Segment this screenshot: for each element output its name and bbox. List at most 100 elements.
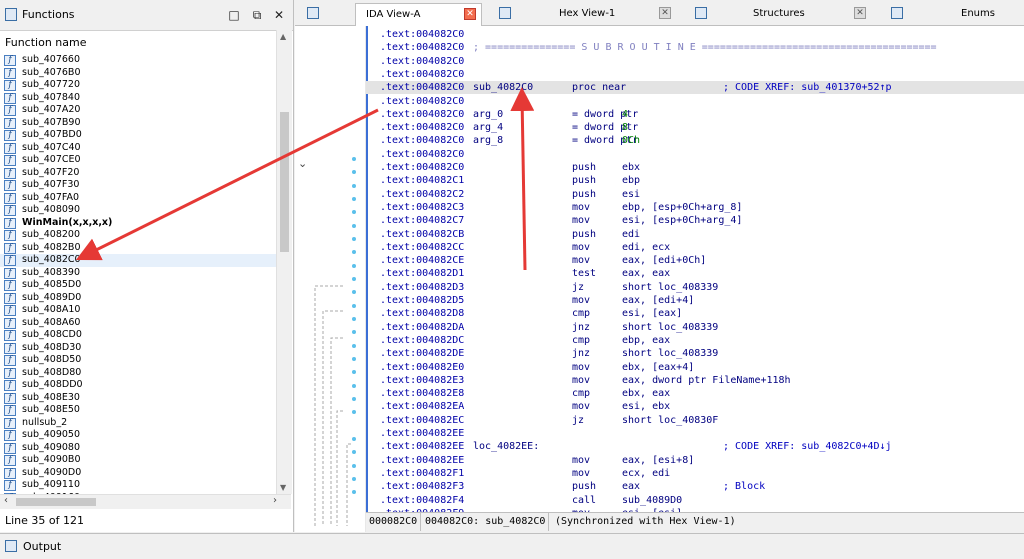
code-line[interactable]: .text:004082EE loc_4082EE: ; CODE XREF: su…	[366, 440, 1024, 453]
code-line[interactable]: .text:004082DA jnz short loc_408339	[366, 321, 1024, 334]
code-line[interactable]: .text:004082CB push edi	[366, 228, 1024, 241]
code-line[interactable]: .text:004082EE	[366, 427, 1024, 440]
function-list-item[interactable]: f sub_407A20	[0, 104, 276, 117]
code-line[interactable]: .text:004082C0 arg_0 = dword ptr 4	[366, 108, 1024, 121]
ida-disassembly-view[interactable]: .text:004082C0 .text:004082C0; ==========…	[366, 26, 1024, 512]
minimize-icon[interactable]: □	[225, 6, 243, 24]
function-list-item[interactable]: f sub_408E50	[0, 404, 276, 417]
output-window-bar[interactable]: Output	[0, 533, 1024, 559]
code-mnemonic: proc near	[572, 82, 627, 94]
scroll-down-icon[interactable]: ▼	[280, 483, 286, 492]
code-line[interactable]: .text:004082D3 jz short loc_408339	[366, 281, 1024, 294]
function-list-item[interactable]: f nullsub_2	[0, 417, 276, 430]
function-list-item[interactable]: f sub_4085D0	[0, 279, 276, 292]
function-list-item[interactable]: f sub_4090B0	[0, 454, 276, 467]
code-line[interactable]: .text:004082F4 call sub_4089D0	[366, 494, 1024, 507]
graph-view-icon[interactable]	[307, 7, 319, 19]
function-list-item[interactable]: f sub_408E30	[0, 392, 276, 405]
function-list-item[interactable]: f sub_408DD0	[0, 379, 276, 392]
code-line[interactable]: .text:004082C0	[366, 55, 1024, 68]
code-line[interactable]: .text:004082D5 mov eax, [edi+4]	[366, 294, 1024, 307]
function-list-item[interactable]: f sub_408CD0	[0, 329, 276, 342]
function-list-item[interactable]: f sub_408D30	[0, 342, 276, 355]
code-line[interactable]: .text:004082C3 mov ebp, [esp+0Ch+arg_8]	[366, 201, 1024, 214]
code-line[interactable]: .text:004082C0	[366, 28, 1024, 41]
scroll-left-icon[interactable]: ‹	[4, 495, 8, 506]
code-line[interactable]: .text:004082E3 mov eax, dword ptr FileName…	[366, 374, 1024, 387]
function-list-item[interactable]: f sub_408200	[0, 229, 276, 242]
function-list-item[interactable]: f sub_407B90	[0, 117, 276, 130]
code-line[interactable]: .text:004082D8 cmp esi, [eax]	[366, 307, 1024, 320]
function-list[interactable]: f sub_407660 f sub_4076B0 f sub_407720 f sub_40…	[0, 54, 276, 494]
function-list-item[interactable]: f sub_4082C0	[0, 254, 276, 267]
code-line[interactable]: .text:004082C0 ; =============== S U B R …	[366, 41, 1024, 54]
code-line[interactable]: .text:004082D1 test eax, eax	[366, 267, 1024, 280]
restore-icon[interactable]: ⧉	[248, 6, 266, 24]
code-line[interactable]: .text:004082EE mov eax, [esi+8]	[366, 454, 1024, 467]
code-line[interactable]: .text:004082F3 push eax ; Block	[366, 480, 1024, 493]
scrollbar-thumb[interactable]	[280, 112, 289, 252]
scroll-right-icon[interactable]: ›	[273, 495, 277, 506]
function-list-item[interactable]: f sub_407F30	[0, 179, 276, 192]
code-operand: edi	[622, 228, 641, 240]
scrollbar-thumb[interactable]	[16, 498, 96, 506]
function-name-column-header[interactable]: Function name	[0, 34, 285, 52]
code-line[interactable]: .text:004082F1 mov ecx, edi	[366, 467, 1024, 480]
function-list-item[interactable]: f sub_407FA0	[0, 192, 276, 205]
file-offset: 000082C0	[366, 513, 422, 531]
function-list-item[interactable]: f WinMain(x,x,x,x)	[0, 217, 276, 230]
function-list-item[interactable]: f sub_409080	[0, 442, 276, 455]
function-list-item[interactable]: f sub_408D80	[0, 367, 276, 380]
code-line[interactable]: .text:004082DC cmp ebp, eax	[366, 334, 1024, 347]
scroll-up-icon[interactable]: ▲	[280, 32, 286, 41]
code-line[interactable]: .text:004082C0 sub_4082C0 proc near ; CODE …	[366, 81, 1024, 95]
function-list-item[interactable]: f sub_408A10	[0, 304, 276, 317]
code-line[interactable]: .text:004082EC jz short loc_40830F	[366, 414, 1024, 427]
code-line[interactable]: .text:004082DE jnz short loc_408339	[366, 347, 1024, 360]
code-line[interactable]: .text:004082C0 push ebx	[366, 161, 1024, 174]
tab-ida-view-a[interactable]: IDA View-A ✕	[355, 3, 482, 26]
function-list-item[interactable]: f sub_407CE0	[0, 154, 276, 167]
function-icon: f	[4, 117, 16, 129]
function-list-item[interactable]: f sub_407720	[0, 79, 276, 92]
function-list-item[interactable]: f sub_4076B0	[0, 67, 276, 80]
tab-hex-view-1[interactable]: Hex View-1 ✕	[491, 3, 676, 25]
code-line[interactable]: .text:004082C0 arg_4 = dword ptr 8	[366, 121, 1024, 134]
function-list-item[interactable]: f sub_4089D0	[0, 292, 276, 305]
code-line[interactable]: .text:004082C0	[366, 148, 1024, 161]
code-line[interactable]: .text:004082C7 mov esi, [esp+0Ch+arg_4]	[366, 214, 1024, 227]
function-list-item[interactable]: f sub_407BD0	[0, 129, 276, 142]
tab-enums[interactable]: Enums	[883, 3, 1023, 25]
close-tab-icon[interactable]: ✕	[854, 7, 866, 19]
close-icon[interactable]: ✕	[270, 6, 288, 24]
function-list-item[interactable]: f sub_408D50	[0, 354, 276, 367]
code-line[interactable]: .text:004082C2 push esi	[366, 188, 1024, 201]
function-list-item[interactable]: f sub_4090D0	[0, 467, 276, 480]
function-list-item[interactable]: f sub_408A60	[0, 317, 276, 330]
function-list-item[interactable]: f sub_408090	[0, 204, 276, 217]
function-list-item[interactable]: f sub_409050	[0, 429, 276, 442]
code-line[interactable]: .text:004082E8 cmp ebx, eax	[366, 387, 1024, 400]
code-line[interactable]: .text:004082C0	[366, 68, 1024, 81]
code-line[interactable]: .text:004082C1 push ebp	[366, 174, 1024, 187]
function-list-item[interactable]: f sub_407840	[0, 92, 276, 105]
code-operand: short loc_408339	[622, 348, 719, 360]
function-list-item[interactable]: f sub_407660	[0, 54, 276, 67]
function-list-item[interactable]: f sub_407F20	[0, 167, 276, 180]
code-line[interactable]: .text:004082C0 arg_8 = dword ptr 0Ch	[366, 134, 1024, 147]
function-list-item[interactable]: f sub_4082B0	[0, 242, 276, 255]
close-tab-icon[interactable]: ✕	[464, 8, 476, 20]
code-line[interactable]: .text:004082EA mov esi, ebx	[366, 400, 1024, 413]
code-line[interactable]: .text:004082E0 mov ebx, [eax+4]	[366, 361, 1024, 374]
function-list-item[interactable]: f sub_407C40	[0, 142, 276, 155]
close-tab-icon[interactable]: ✕	[659, 7, 671, 19]
tab-structures[interactable]: Structures ✕	[687, 3, 872, 25]
function-list-item[interactable]: f sub_408390	[0, 267, 276, 280]
code-line[interactable]: .text:004082CC mov edi, ecx	[366, 241, 1024, 254]
function-list-horizontal-scrollbar[interactable]: ‹ ›	[0, 494, 291, 509]
code-line[interactable]: .text:004082CE mov eax, [edi+0Ch]	[366, 254, 1024, 267]
function-list-vertical-scrollbar[interactable]: ▲ ▼	[276, 30, 292, 494]
function-list-item[interactable]: f sub_409110	[0, 479, 276, 492]
code-line[interactable]: .text:004082C0	[366, 95, 1024, 108]
code-address: .text:004082C0	[380, 55, 465, 67]
